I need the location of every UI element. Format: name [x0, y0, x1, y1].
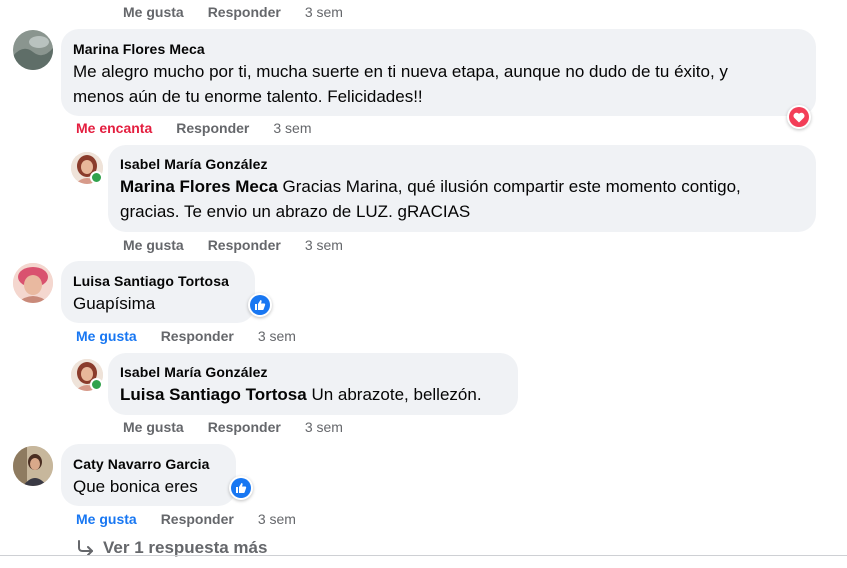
timestamp[interactable]: 3 sem: [305, 418, 343, 436]
comment-text-line: Me alegro mucho por ti, mucha suerte en …: [73, 62, 728, 81]
thumbs-up-icon: [231, 478, 251, 498]
divider: [0, 555, 847, 556]
comment-text: Que bonica eres: [73, 477, 198, 496]
avatar-image: [13, 30, 53, 70]
reply-bubble: Isabel María González Marina Flores Meca…: [108, 145, 816, 232]
comment-text-line: menos aún de tu enorme talento. Felicida…: [73, 87, 423, 106]
reply-button[interactable]: Responder: [208, 418, 281, 436]
like-button[interactable]: Me gusta: [123, 3, 184, 21]
avatar[interactable]: [13, 30, 53, 70]
avatar-image: [13, 263, 53, 303]
reply-actions-top: Me gusta Responder 3 sem: [123, 3, 367, 21]
reply-button[interactable]: Responder: [176, 119, 249, 137]
heart-icon: [789, 107, 809, 127]
timestamp[interactable]: 3 sem: [305, 3, 343, 21]
comment-bubble: Caty Navarro Garcia Que bonica eres: [61, 444, 236, 506]
reply-button[interactable]: Responder: [208, 236, 281, 254]
reply-text: Un abrazote, bellezón.: [306, 385, 482, 404]
timestamp[interactable]: 3 sem: [258, 510, 296, 528]
reply-bubble: Isabel María González Luisa Santiago Tor…: [108, 353, 518, 415]
comment-author[interactable]: Caty Navarro Garcia: [73, 455, 224, 473]
reply-text-line: Luisa Santiago Tortosa Un abrazote, bell…: [120, 382, 506, 407]
comment-actions: Me gusta Responder 3 sem: [76, 510, 320, 528]
reply-author[interactable]: Isabel María González: [120, 363, 506, 381]
reaction-badge[interactable]: [229, 476, 253, 500]
comment-text: Guapísima: [73, 294, 156, 313]
reply-actions: Me gusta Responder 3 sem: [123, 418, 367, 436]
avatar[interactable]: [13, 446, 53, 486]
like-button[interactable]: Me gusta: [76, 510, 137, 528]
online-status-indicator: [90, 378, 103, 391]
timestamp[interactable]: 3 sem: [305, 236, 343, 254]
reply-text: Gracias Marina, qué ilusión compartir es…: [277, 177, 741, 196]
love-reaction-button[interactable]: Me encanta: [76, 119, 152, 137]
like-button[interactable]: Me gusta: [123, 418, 184, 436]
timestamp[interactable]: 3 sem: [273, 119, 311, 137]
like-button[interactable]: Me gusta: [123, 236, 184, 254]
reply-text-line: Marina Flores Meca Gracias Marina, qué i…: [120, 174, 804, 199]
thumbs-up-icon: [250, 295, 270, 315]
mention-link[interactable]: Luisa Santiago Tortosa: [120, 385, 307, 404]
reply-text-line: gracias. Te envio un abrazo de LUZ. gRAC…: [120, 202, 471, 221]
comment-actions: Me gusta Responder 3 sem: [76, 327, 320, 345]
timestamp[interactable]: 3 sem: [258, 327, 296, 345]
avatar-image: [13, 446, 53, 486]
reply-button[interactable]: Responder: [161, 327, 234, 345]
reaction-badge[interactable]: [248, 293, 272, 317]
comment-author[interactable]: Marina Flores Meca: [73, 40, 804, 58]
comment-actions: Me encanta Responder 3 sem: [76, 119, 336, 137]
comment-bubble: Luisa Santiago Tortosa Guapísima: [61, 261, 255, 323]
comment-bubble: Marina Flores Meca Me alegro mucho por t…: [61, 29, 816, 116]
mention-link[interactable]: Marina Flores Meca: [120, 177, 278, 196]
reply-button[interactable]: Responder: [208, 3, 281, 21]
avatar[interactable]: [13, 263, 53, 303]
comment-author[interactable]: Luisa Santiago Tortosa: [73, 272, 243, 290]
reaction-badge[interactable]: [787, 105, 811, 129]
like-button[interactable]: Me gusta: [76, 327, 137, 345]
reply-arrow-icon: [78, 540, 93, 556]
online-status-indicator: [90, 171, 103, 184]
reply-author[interactable]: Isabel María González: [120, 155, 804, 173]
reply-actions: Me gusta Responder 3 sem: [123, 236, 367, 254]
reply-button[interactable]: Responder: [161, 510, 234, 528]
